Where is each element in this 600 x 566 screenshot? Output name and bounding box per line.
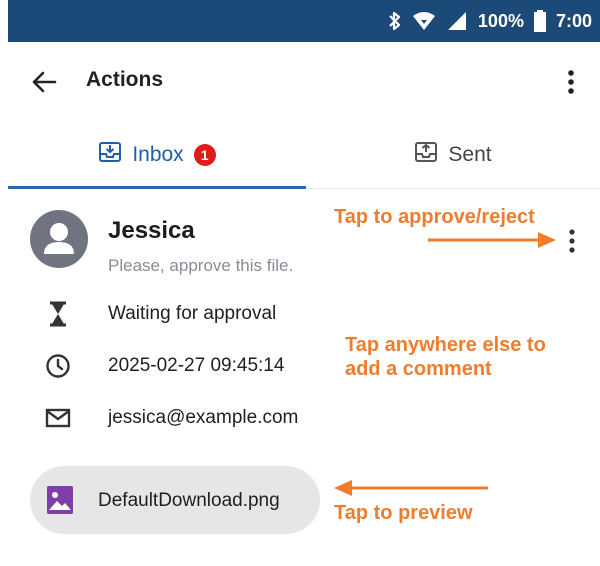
sender-name: Jessica [108, 217, 195, 244]
more-vert-icon[interactable] [564, 68, 578, 96]
battery-percent: 100% [477, 10, 524, 31]
arrow-left-icon [334, 480, 488, 496]
attachment-chip[interactable]: DefaultDownload.png [30, 466, 320, 534]
tab-inbox-label: Inbox [132, 143, 184, 166]
tab-sent[interactable]: Sent [306, 122, 600, 188]
tab-selected-indicator [8, 186, 306, 189]
clock-icon [44, 352, 72, 380]
app-bar: Actions [8, 42, 600, 122]
approval-status: Waiting for approval [108, 303, 277, 324]
clock: 7:00 [555, 10, 592, 31]
bluetooth-icon [388, 11, 402, 31]
back-arrow-icon[interactable] [30, 68, 58, 96]
status-bar: 100% 7:00 [8, 0, 600, 42]
annotation-comment-line1: Tap anywhere else to [345, 334, 546, 356]
inbox-icon [98, 141, 122, 169]
image-file-icon [46, 485, 74, 515]
timestamp: 2025-02-27 09:45:14 [108, 355, 285, 376]
outbox-icon [414, 141, 438, 169]
signal-icon [446, 11, 468, 31]
page-title: Actions [86, 68, 164, 91]
tab-sent-label: Sent [448, 143, 492, 166]
battery-icon [533, 10, 546, 32]
request-message: Please, approve this file. [108, 256, 294, 275]
arrow-right-icon [428, 232, 556, 248]
wifi-icon [412, 11, 436, 31]
person-icon [44, 223, 74, 254]
annotation-approve: Tap to approve/reject [334, 206, 535, 228]
unread-badge: 1 [193, 144, 216, 166]
annotation-preview: Tap to preview [334, 502, 473, 524]
sender-email: jessica@example.com [108, 407, 299, 428]
tab-inbox[interactable]: Inbox 1 [8, 122, 306, 189]
mail-icon [44, 404, 72, 432]
item-more-vert-icon[interactable] [566, 227, 578, 255]
avatar [30, 210, 88, 268]
tab-bar: Inbox 1 Sent [8, 122, 600, 189]
hourglass-icon [44, 300, 72, 328]
attachment-filename: DefaultDownload.png [98, 490, 280, 511]
annotation-comment-line2: add a comment [345, 358, 492, 380]
